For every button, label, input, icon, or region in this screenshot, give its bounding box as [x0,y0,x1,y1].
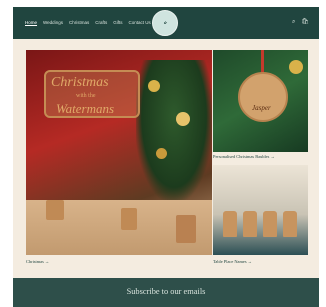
search-icon[interactable]: ⌕ [292,19,295,25]
reindeer-figure [283,211,297,237]
bauble-image: Jasper [238,72,288,122]
nav-christmas[interactable]: Christmas [69,20,89,25]
brand-logo[interactable]: ✿ [152,10,178,36]
nav-home[interactable]: Home [25,20,37,25]
cart-icon[interactable]: 🛍 [301,19,309,25]
wooden-decoration [46,200,64,220]
nav-crafts[interactable]: Crafts [95,20,107,25]
reindeer-figure [223,211,237,237]
page: Home Weddings Christmas Crafts Gifts Con… [13,7,319,307]
collection-tile-christmas[interactable]: Christmas with the Watermans [26,50,212,255]
sign-text: Watermans [56,101,115,116]
ornament-image [148,80,160,92]
header-icons: ⌕ 🛍 [292,19,309,25]
main-nav: Home Weddings Christmas Crafts Gifts Con… [25,20,151,25]
collection-link-baubles[interactable]: Personalised Christmas Baubles → [213,154,275,159]
ribbon-image [261,50,264,74]
site-header: Home Weddings Christmas Crafts Gifts Con… [13,7,319,39]
collection-tile-place-names[interactable] [213,165,308,255]
reindeer-figure [263,211,277,237]
nav-gifts[interactable]: Gifts [113,20,122,25]
collection-link-place-names[interactable]: Table Place Names → [213,259,252,264]
reindeer-figure [243,211,257,237]
nav-contact-us[interactable]: Contact Us [129,20,151,25]
ornament-image [289,60,303,74]
newsletter-section: Subscribe to our emails [13,278,319,307]
christmas-tree-image [136,60,212,200]
nav-weddings[interactable]: Weddings [43,20,63,25]
collection-link-christmas[interactable]: Christmas → [26,259,49,264]
logo-mark-icon: ✿ [163,21,167,25]
newsletter-heading: Subscribe to our emails [126,287,206,296]
ornament-image [176,112,190,126]
ornament-image [156,148,167,159]
wooden-decoration [176,215,196,243]
wooden-decoration [121,208,137,230]
family-sign-image: Christmas with the Watermans [44,70,140,118]
bauble-name-text: Jasper [252,104,271,112]
sign-text: with the [76,93,96,99]
collection-tile-baubles[interactable]: Jasper [213,50,308,152]
sign-text: Christmas [51,75,109,90]
